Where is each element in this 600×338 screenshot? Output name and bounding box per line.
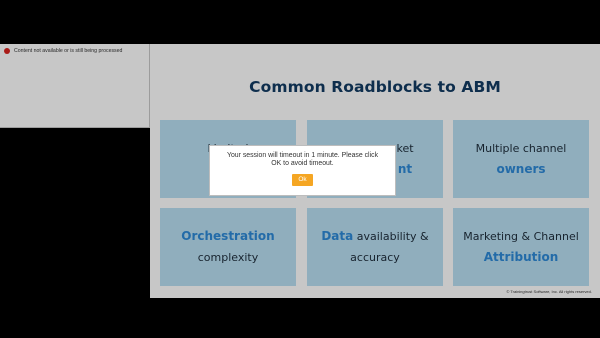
session-timeout-dialog: Your session will timeout in 1 minute. P… — [209, 145, 396, 196]
ok-button[interactable]: Ok — [292, 174, 313, 186]
timeout-message: Your session will timeout in 1 minute. P… — [226, 152, 379, 167]
